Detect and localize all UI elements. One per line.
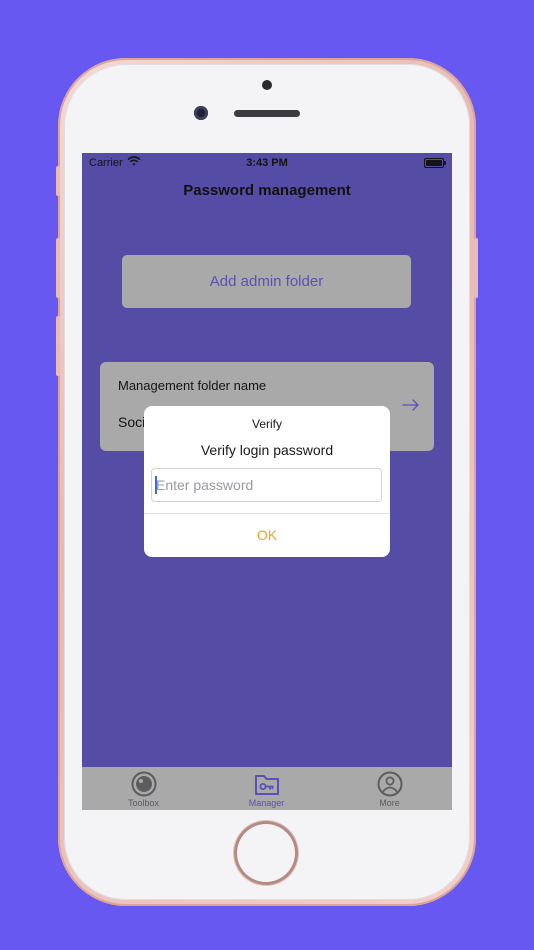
password-input[interactable]	[151, 468, 382, 502]
home-button[interactable]	[234, 821, 298, 885]
verify-dialog: Verify Verify login password OK	[144, 406, 390, 557]
folder-name-label: Management folder name	[118, 378, 267, 393]
dialog-title: Verify	[251, 417, 282, 431]
toolbox-icon	[131, 771, 157, 797]
front-camera-icon	[194, 106, 208, 120]
app-screen: Carrier 3:43 PM Password management Add …	[82, 153, 452, 810]
arrow-right-icon	[402, 399, 419, 411]
proximity-sensor	[262, 80, 272, 90]
tab-label: Manager	[248, 798, 285, 808]
folder-name-value: Soci	[118, 414, 146, 430]
tab-label: Toolbox	[127, 798, 160, 808]
volume-up-button	[56, 238, 60, 298]
tab-label: More	[379, 798, 400, 808]
text-cursor	[155, 476, 157, 494]
volume-down-button	[56, 316, 60, 376]
clock-time: 3:43 PM	[246, 157, 288, 169]
person-icon	[377, 771, 403, 797]
tab-toolbox[interactable]: Toolbox	[82, 767, 205, 810]
tab-bar: Toolbox Manager More	[82, 767, 452, 810]
dialog-message: Verify login password	[200, 442, 334, 458]
earpiece-speaker	[234, 110, 300, 117]
add-admin-folder-button[interactable]: Add admin folder	[122, 255, 411, 308]
ok-button[interactable]: OK	[144, 514, 390, 557]
battery-icon	[424, 158, 446, 168]
power-button	[474, 238, 478, 298]
tab-manager[interactable]: Manager	[205, 767, 328, 810]
status-bar: Carrier 3:43 PM	[82, 153, 452, 173]
mute-switch	[56, 166, 60, 196]
tab-more[interactable]: More	[328, 767, 451, 810]
folder-key-icon	[255, 775, 279, 795]
page-title: Password management	[183, 182, 351, 199]
